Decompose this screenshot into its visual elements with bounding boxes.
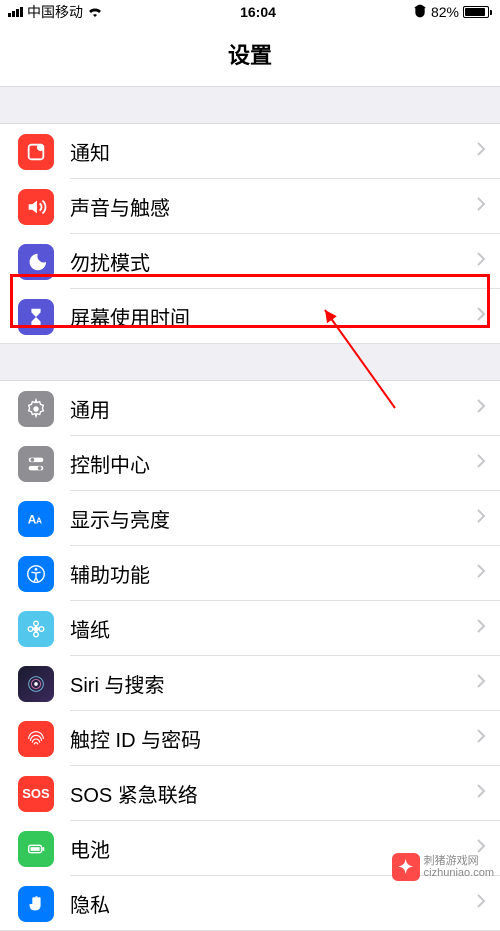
- row-label: 勿扰模式: [70, 247, 476, 276]
- row-label: Siri 与搜索: [70, 669, 476, 698]
- row-label: 通知: [70, 137, 476, 166]
- row-screen-time[interactable]: 屏幕使用时间: [0, 289, 500, 344]
- row-emergency-sos[interactable]: SOS SOS 紧急联络: [0, 766, 500, 821]
- accessibility-icon: [18, 556, 54, 592]
- chevron-right-icon: [476, 306, 486, 327]
- clock: 16:04: [240, 4, 276, 20]
- settings-section-1: 通知 声音与触感 勿扰模式 屏幕使用时间: [0, 123, 500, 344]
- hourglass-icon: [18, 299, 54, 335]
- gear-icon: [18, 391, 54, 427]
- chevron-right-icon: [476, 141, 486, 162]
- chevron-right-icon: [476, 728, 486, 749]
- svg-text:A: A: [36, 516, 42, 525]
- battery-icon: [463, 6, 492, 18]
- status-bar: 中国移动 16:04 82%: [0, 0, 500, 24]
- hand-icon: [18, 886, 54, 922]
- row-do-not-disturb[interactable]: 勿扰模式: [0, 234, 500, 289]
- row-sounds-haptics[interactable]: 声音与触感: [0, 179, 500, 234]
- chevron-right-icon: [476, 893, 486, 914]
- siri-icon: [18, 666, 54, 702]
- row-accessibility[interactable]: 辅助功能: [0, 546, 500, 601]
- carrier-label: 中国移动: [27, 2, 83, 22]
- row-label: 控制中心: [70, 449, 476, 478]
- text-size-icon: AA: [18, 501, 54, 537]
- chevron-right-icon: [476, 508, 486, 529]
- row-siri-search[interactable]: Siri 与搜索: [0, 656, 500, 711]
- chevron-right-icon: [476, 398, 486, 419]
- watermark-line2: cizhuniao.com: [424, 867, 494, 879]
- chevron-right-icon: [476, 453, 486, 474]
- row-display-brightness[interactable]: AA 显示与亮度: [0, 491, 500, 546]
- battery-row-icon: [18, 831, 54, 867]
- toggles-icon: [18, 446, 54, 482]
- row-privacy[interactable]: 隐私: [0, 876, 500, 931]
- row-general[interactable]: 通用: [0, 381, 500, 436]
- row-label: SOS 紧急联络: [70, 779, 476, 808]
- row-label: 墙纸: [70, 614, 476, 643]
- chevron-right-icon: [476, 618, 486, 639]
- moon-icon: [18, 244, 54, 280]
- row-wallpaper[interactable]: 墙纸: [0, 601, 500, 656]
- chevron-right-icon: [476, 251, 486, 272]
- signal-icon: [8, 7, 23, 17]
- row-label: 通用: [70, 394, 476, 423]
- settings-section-2: 通用 控制中心 AA 显示与亮度 辅助功能: [0, 380, 500, 931]
- row-touchid-passcode[interactable]: 触控 ID 与密码: [0, 711, 500, 766]
- speaker-icon: [18, 189, 54, 225]
- chevron-right-icon: [476, 196, 486, 217]
- page-title: 设置: [0, 24, 500, 87]
- watermark-logo-icon: ✦: [392, 853, 420, 881]
- row-label: 声音与触感: [70, 192, 476, 221]
- chevron-right-icon: [476, 673, 486, 694]
- row-label: 显示与亮度: [70, 504, 476, 533]
- row-label: 触控 ID 与密码: [70, 724, 476, 753]
- watermark: ✦ 刺猪游戏网 cizhuniao.com: [392, 853, 494, 881]
- row-control-center[interactable]: 控制中心: [0, 436, 500, 491]
- alarm-icon: [413, 4, 427, 21]
- watermark-line1: 刺猪游戏网: [424, 855, 494, 867]
- row-label: 辅助功能: [70, 559, 476, 588]
- wifi-icon: [87, 4, 103, 20]
- battery-pct: 82%: [431, 4, 459, 20]
- row-label: 屏幕使用时间: [70, 302, 476, 331]
- chevron-right-icon: [476, 783, 486, 804]
- flower-icon: [18, 611, 54, 647]
- row-notifications[interactable]: 通知: [0, 124, 500, 179]
- fingerprint-icon: [18, 721, 54, 757]
- chevron-right-icon: [476, 563, 486, 584]
- row-label: 隐私: [70, 889, 476, 918]
- sos-icon: SOS: [18, 776, 54, 812]
- notifications-icon: [18, 134, 54, 170]
